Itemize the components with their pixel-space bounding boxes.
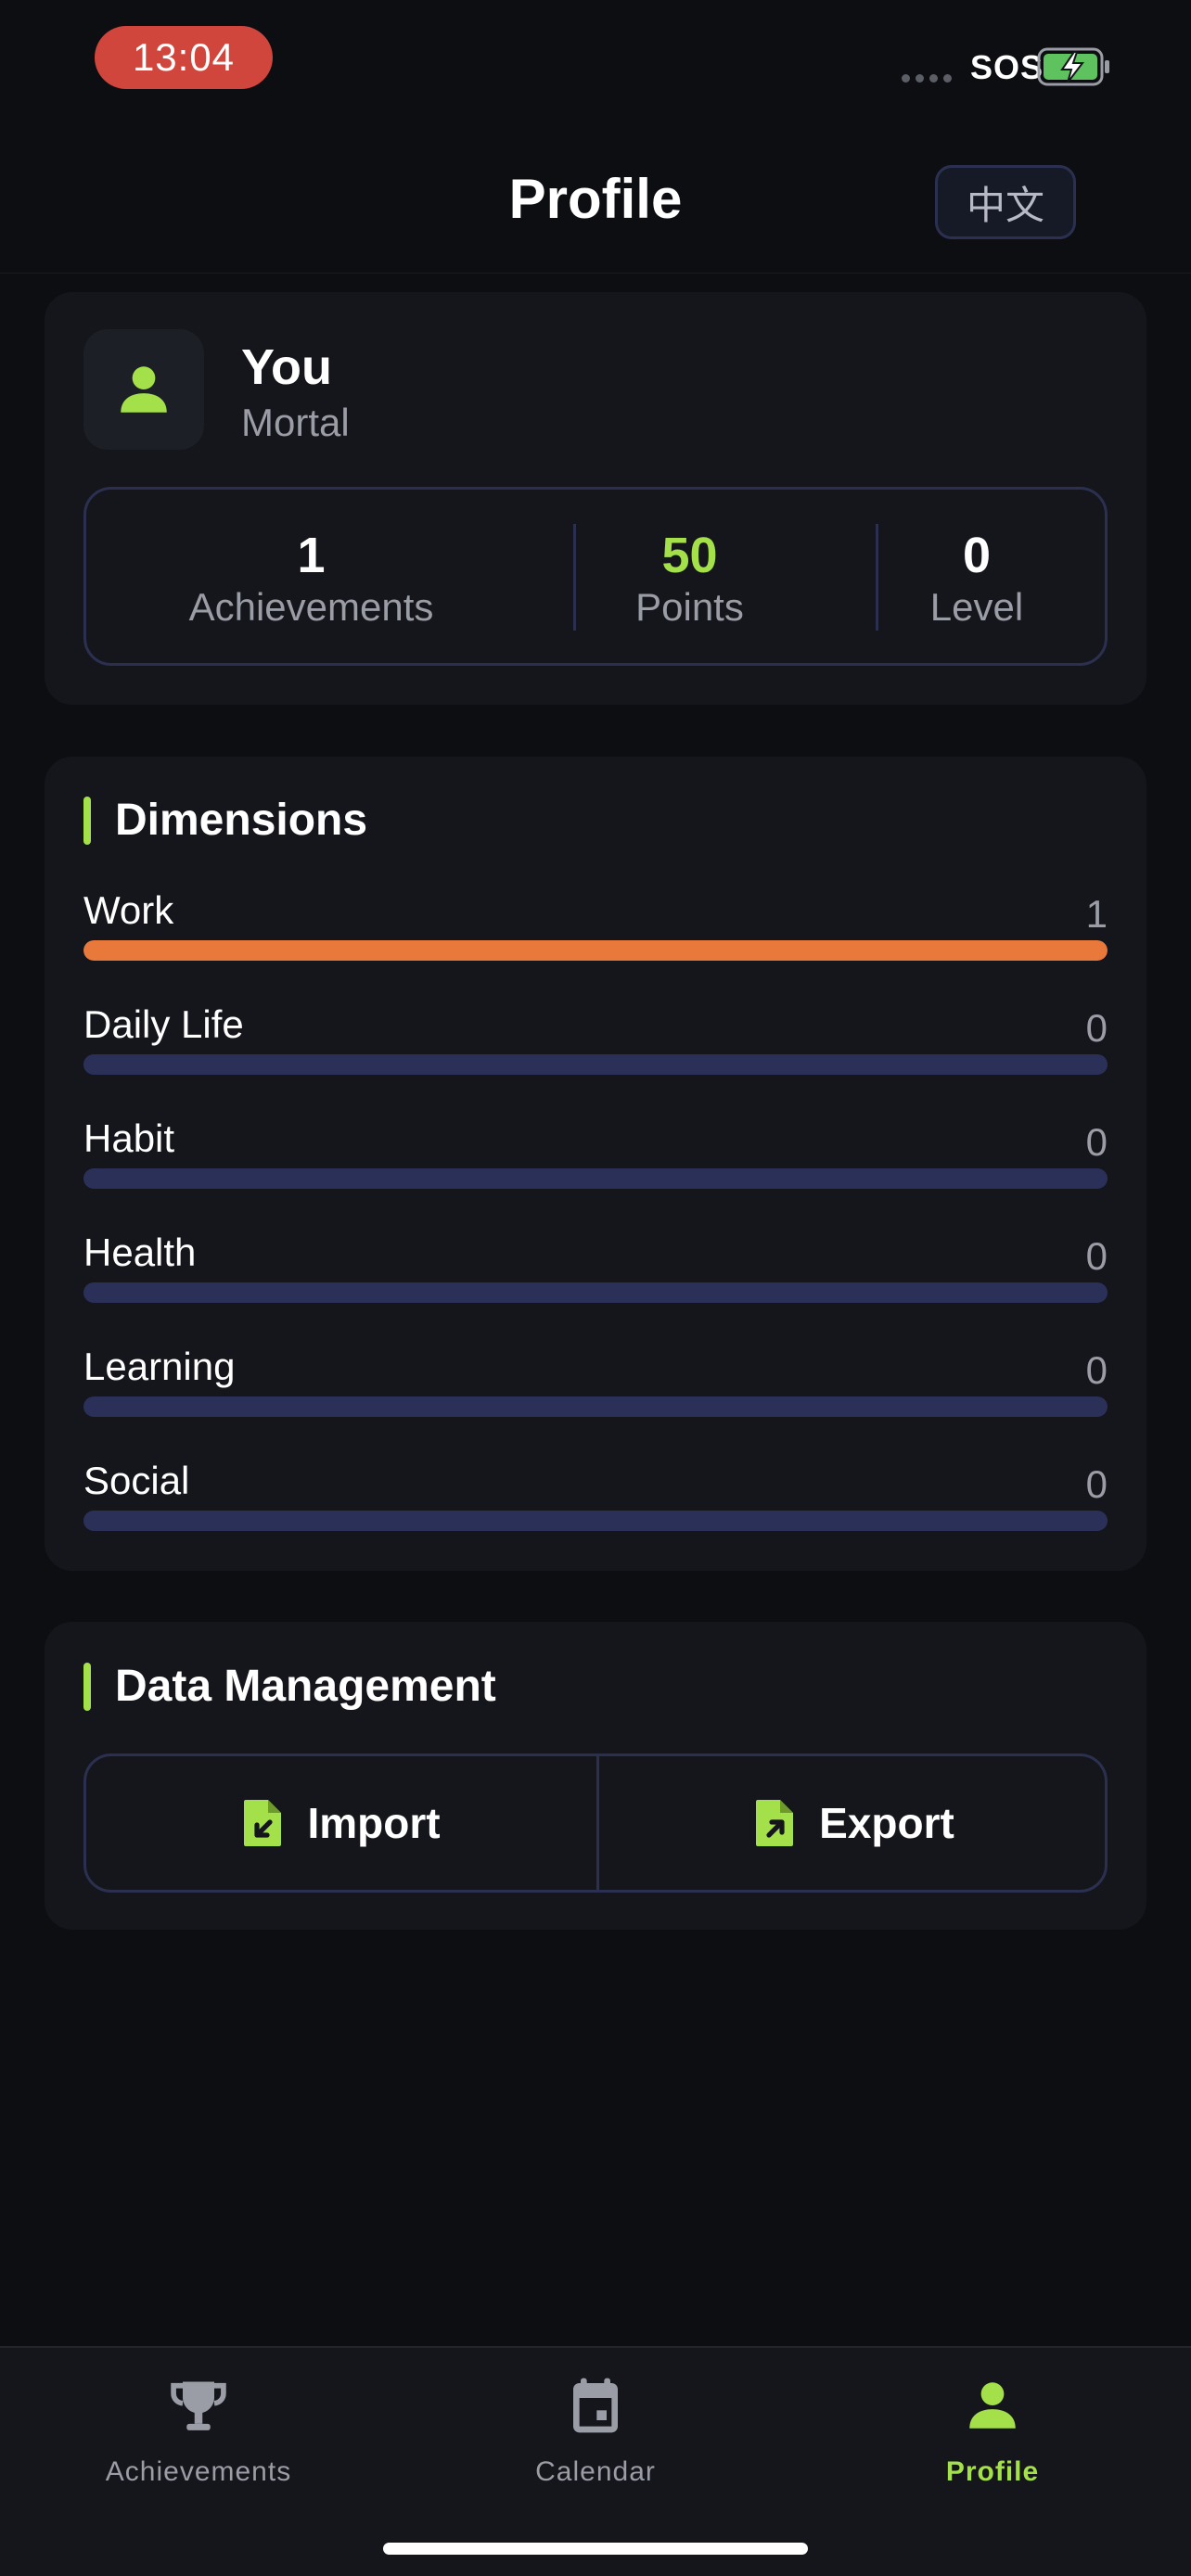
person-icon — [969, 2382, 1016, 2429]
data-management-title: Data Management — [83, 1661, 496, 1712]
dimension-progress-fill — [83, 940, 1108, 961]
tab-label: Achievements — [105, 2456, 292, 2487]
stat-points: 50 Points — [539, 490, 840, 663]
tab-bar: Achievements Calendar Profile — [0, 2346, 1191, 2576]
trophy-icon — [171, 2381, 226, 2430]
stat-value: 0 — [962, 528, 992, 583]
dimension-value: 0 — [1085, 1006, 1108, 1050]
dimensions-card: Dimensions Work 1 Daily Life 0 Habit 0 H… — [45, 757, 1146, 1571]
profile-card: You Mortal 1 Achievements 50 Points 0 Le… — [45, 292, 1146, 705]
dimension-row-health: Health 0 — [83, 1231, 1108, 1323]
signal-icon — [902, 74, 952, 83]
stats-panel: 1 Achievements 50 Points 0 Level — [83, 487, 1108, 666]
status-time: 13:04 — [95, 26, 273, 89]
dimension-value: 1 — [1085, 892, 1108, 936]
file-export-icon — [756, 1800, 794, 1846]
stat-label: Points — [635, 585, 744, 629]
dimension-label: Work — [83, 888, 174, 932]
dimension-row-habit: Habit 0 — [83, 1116, 1108, 1209]
data-buttons-group: Import Export — [83, 1753, 1108, 1893]
dimension-value: 0 — [1085, 1234, 1108, 1278]
dimension-label: Daily Life — [83, 1002, 244, 1046]
import-button[interactable]: Import — [86, 1756, 596, 1890]
data-management-card: Data Management Import Export — [45, 1622, 1146, 1930]
dimension-progress-track — [83, 1054, 1108, 1075]
import-label: Import — [307, 1799, 441, 1847]
dimension-label: Social — [83, 1459, 190, 1502]
dimension-row-work: Work 1 — [83, 888, 1108, 981]
dimension-label: Learning — [83, 1345, 236, 1388]
dimension-row-learning: Learning 0 — [83, 1345, 1108, 1437]
dimension-progress-track — [83, 1396, 1108, 1417]
export-label: Export — [819, 1799, 954, 1847]
dimension-label: Habit — [83, 1116, 175, 1160]
dimension-progress-track — [83, 940, 1108, 961]
dimension-label: Health — [83, 1231, 197, 1274]
person-icon — [121, 366, 167, 413]
user-rank: Mortal — [241, 401, 350, 444]
battery-charging-icon — [1037, 47, 1109, 86]
stat-value: 50 — [661, 528, 718, 583]
tab-calendar[interactable]: Calendar — [397, 2348, 794, 2533]
language-toggle-button[interactable]: 中文 — [935, 165, 1076, 239]
tab-achievements[interactable]: Achievements — [0, 2348, 397, 2533]
home-indicator — [383, 2543, 808, 2555]
dimension-row-social: Social 0 — [83, 1459, 1108, 1551]
tab-label: Calendar — [535, 2456, 656, 2487]
tab-profile[interactable]: Profile — [794, 2348, 1191, 2533]
dimension-value: 0 — [1085, 1462, 1108, 1506]
carrier-label: SOS — [970, 48, 1044, 86]
stat-level: 0 Level — [843, 490, 1110, 663]
dimension-progress-track — [83, 1282, 1108, 1303]
dimension-value: 0 — [1085, 1348, 1108, 1392]
dimension-value: 0 — [1085, 1120, 1108, 1164]
dimension-progress-track — [83, 1168, 1108, 1189]
stat-value: 1 — [297, 528, 326, 583]
export-button[interactable]: Export — [599, 1756, 1105, 1890]
tab-label: Profile — [945, 2456, 1040, 2487]
dimension-row-daily-life: Daily Life 0 — [83, 1002, 1108, 1095]
stat-achievements: 1 Achievements — [86, 490, 536, 663]
page-header: Profile 中文 — [0, 121, 1191, 274]
calendar-icon — [573, 2378, 618, 2433]
dimension-progress-track — [83, 1511, 1108, 1531]
stat-label: Achievements — [188, 585, 434, 629]
file-import-icon — [244, 1800, 282, 1846]
user-name: You — [241, 339, 332, 395]
status-bar: 13:04 SOS — [0, 0, 1191, 121]
stat-label: Level — [929, 585, 1024, 629]
dimensions-title: Dimensions — [83, 795, 367, 846]
avatar — [83, 329, 204, 450]
app-root: 13:04 SOS Profile 中文 You Mortal 1 Achiev… — [0, 0, 1191, 2576]
